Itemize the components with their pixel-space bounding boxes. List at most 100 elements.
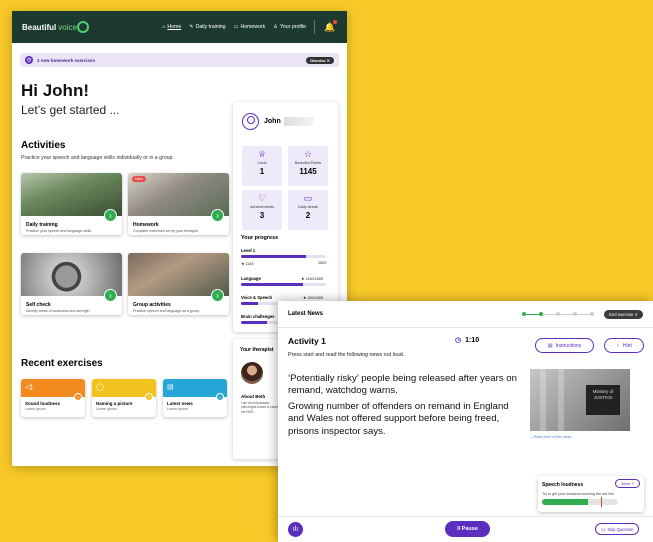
nav-home[interactable]: ⌂ Home xyxy=(162,24,181,30)
pencil-icon: ✎ xyxy=(189,24,194,30)
about-text: I am an enthusiastic pathologist based i… xyxy=(241,401,283,414)
nav-daily-training[interactable]: ✎ Daily training xyxy=(189,24,225,30)
activity-instruction: Press start and read the following news … xyxy=(288,352,405,358)
stat-daily-streak: ▭ Daily streak 2 xyxy=(288,190,328,230)
activity-footer: ılı II Pause ▷| Skip Question xyxy=(278,516,653,542)
activity-card-homework[interactable]: New › Homework Complete exercises set by … xyxy=(128,173,229,235)
pause-button[interactable]: II Pause xyxy=(445,521,490,537)
loudness-more-button[interactable]: More + xyxy=(615,479,640,488)
notification-dot xyxy=(333,20,337,24)
calendar-icon: ▭ xyxy=(303,193,313,203)
step-line xyxy=(577,313,591,315)
profile-surname-redacted xyxy=(284,117,314,126)
activity-card-self-check[interactable]: › Self check Identify areas of weakness … xyxy=(21,253,122,315)
arrow-right-icon[interactable]: › xyxy=(74,393,82,401)
progress-fill xyxy=(241,321,267,324)
image-column xyxy=(558,369,564,431)
nav-homework[interactable]: ▭ Homework xyxy=(234,24,266,30)
activity-window: Latest News End exercise ✕ Activity 1 ◷ 1… xyxy=(278,301,653,542)
read-more-link[interactable]: —Read more of this news xyxy=(530,435,571,439)
sound-icon: ◁) xyxy=(25,384,33,391)
nav-your-profile[interactable]: ♙ Your profile xyxy=(273,24,306,30)
arrow-right-icon[interactable]: › xyxy=(216,393,224,401)
arrow-right-icon[interactable]: › xyxy=(145,393,153,401)
news-paragraph: ‘Potentially risky’ people being release… xyxy=(288,373,517,397)
recent-item-latest-news[interactable]: ▤ › Latest news Lorem ipsum xyxy=(163,379,227,417)
list-icon: ▤ xyxy=(547,342,553,349)
user-icon: ♙ xyxy=(273,24,278,30)
recent-item-header: ◯ › xyxy=(92,379,156,401)
trophy-icon: ♡ xyxy=(257,193,267,203)
book-icon: ▭ xyxy=(233,24,239,30)
about-heading: About Beth xyxy=(241,394,266,399)
card-image: › xyxy=(128,253,229,302)
recent-item-sound-loudness[interactable]: ◁) › Sound loudness Lorem ipsum xyxy=(21,379,85,417)
profile-card: John ♕ Level 1 ☆ Beautiful Points 1145 ♡… xyxy=(233,102,338,332)
activity-card-daily-training[interactable]: › Daily training Practice your speech an… xyxy=(21,173,122,235)
level-label: Level 1 xyxy=(241,248,256,253)
image-sign: Ministry of JUSTICE xyxy=(586,385,620,415)
top-nav: Beautiful voice ⌂ Home ✎ Daily training ▭ Ho… xyxy=(12,11,347,43)
level-max: 1500 xyxy=(318,261,327,265)
level-progress-fill xyxy=(241,255,306,258)
news-paragraph: Growing number of offenders on remand in… xyxy=(288,400,509,437)
arrow-right-icon[interactable]: › xyxy=(211,209,224,222)
activity-timer: ◷ 1:10 xyxy=(455,336,480,345)
activity-window-title: Latest News xyxy=(288,311,324,317)
logo-mark-icon xyxy=(76,21,89,33)
arrow-right-icon[interactable]: › xyxy=(104,209,117,222)
progress-info-voice-speech: ★ 300/1500 xyxy=(303,296,324,300)
step-line xyxy=(543,313,557,315)
notifications-bell-icon[interactable]: 🔔 xyxy=(323,20,337,34)
dismiss-button[interactable]: Dismiss ✕ xyxy=(306,56,334,64)
loudness-description: Try to get your loudness touching the re… xyxy=(542,492,615,496)
loudness-target-line xyxy=(601,497,603,507)
loudness-meter xyxy=(542,499,618,505)
end-exercise-button[interactable]: End exercise ✕ xyxy=(604,309,643,319)
step-indicator xyxy=(522,312,595,316)
hint-button[interactable]: ♀ Hint xyxy=(604,338,644,353)
homework-banner: ◷ 2 new homework exercises Dismiss ✕ xyxy=(20,53,339,67)
card-image: New › xyxy=(128,173,229,222)
step-line xyxy=(526,313,540,315)
news-image: Ministry of JUSTICE xyxy=(530,369,630,431)
bulb-icon: ♀ xyxy=(616,342,620,349)
progress-heading: Your progress xyxy=(241,235,279,241)
image-column xyxy=(540,369,546,431)
recent-item-naming-a-picture[interactable]: ◯ › Naming a picture Lorem ipsum xyxy=(92,379,156,417)
progress-info-language: ★ 1100/1500 xyxy=(301,277,324,281)
stat-level: ♕ Level 1 xyxy=(242,146,282,186)
brand-logo[interactable]: Beautiful voice xyxy=(22,21,89,33)
progress-fill xyxy=(241,283,304,286)
news-text: ‘Potentially risky’ people being release… xyxy=(288,373,518,441)
arrow-right-icon[interactable]: › xyxy=(211,289,224,302)
loudness-title: Speech loudness xyxy=(542,482,584,488)
nav-divider xyxy=(314,20,315,34)
skip-question-button[interactable]: ▷| Skip Question xyxy=(595,523,640,535)
microphone-icon[interactable]: ılı xyxy=(288,522,303,537)
crown-icon: ♕ xyxy=(257,149,267,159)
level-progress-bar xyxy=(241,255,326,258)
progress-fill xyxy=(241,302,258,305)
card-image: › xyxy=(21,253,122,302)
greeting-subtitle: Let’s get started ... xyxy=(21,103,120,117)
stat-beautiful-points: ☆ Beautiful Points 1145 xyxy=(288,146,328,186)
therapist-photo xyxy=(241,362,263,384)
progress-label-voice-speech: Voice & Speech xyxy=(241,295,273,300)
instructions-button[interactable]: ▤ Instructions xyxy=(535,338,594,353)
avatar-icon[interactable] xyxy=(242,113,259,130)
speech-loudness-panel: Speech loudness More + Try to get your l… xyxy=(538,476,644,512)
skip-icon: ▷| xyxy=(601,526,606,532)
level-points: ★ 1145 xyxy=(241,262,254,266)
new-badge: New xyxy=(132,176,146,182)
activity-card-group-activities[interactable]: › Group activities Practice speech and l… xyxy=(128,253,229,315)
card-image: › xyxy=(21,173,122,222)
step-dot xyxy=(590,312,595,316)
recent-item-header: ◁) › xyxy=(21,379,85,401)
news-icon: ▤ xyxy=(167,384,174,391)
arrow-right-icon[interactable]: › xyxy=(104,289,117,302)
notice-icon: ◷ xyxy=(25,56,33,64)
activities-subtitle: Practice your speech and language skills… xyxy=(21,155,174,161)
profile-name: John xyxy=(264,118,281,125)
recent-item-header: ▤ › xyxy=(163,379,227,401)
